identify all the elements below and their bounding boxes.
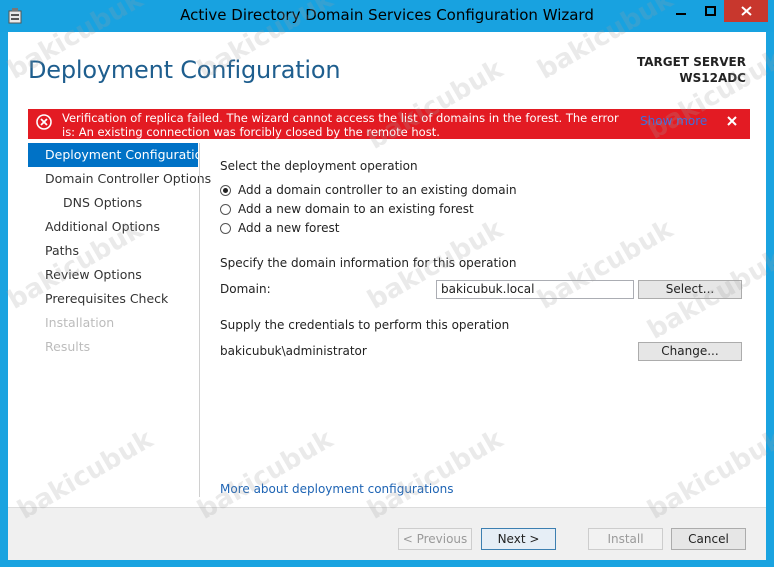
- operation-heading: Select the deployment operation: [220, 159, 418, 173]
- maximize-icon: [704, 6, 716, 16]
- credentials-value: bakicubuk\administrator: [220, 344, 367, 358]
- nav-item-review-options[interactable]: Review Options: [28, 263, 198, 287]
- window-title: Active Directory Domain Services Configu…: [180, 6, 594, 24]
- radio-add-new-forest[interactable]: Add a new forest: [220, 219, 339, 237]
- radio-selected-dot: [223, 187, 228, 193]
- radio-button[interactable]: [220, 184, 231, 196]
- nav-item-paths[interactable]: Paths: [28, 239, 198, 263]
- nav-item-dns-options[interactable]: DNS Options: [28, 191, 198, 215]
- more-about-deployment-link[interactable]: More about deployment configurations: [220, 482, 453, 496]
- close-window-button[interactable]: [724, 0, 768, 22]
- nav-divider: [199, 143, 200, 497]
- radio-button[interactable]: [220, 222, 231, 234]
- nav-item-deployment-configuration[interactable]: Deployment Configuration: [28, 143, 210, 167]
- minimize-icon: [676, 13, 686, 15]
- radio-label: Add a domain controller to an existing d…: [238, 183, 517, 197]
- nav-item-additional-options[interactable]: Additional Options: [28, 215, 198, 239]
- nav-item-domain-controller-options[interactable]: Domain Controller Options: [28, 167, 211, 191]
- page-title: Deployment Configuration: [28, 56, 341, 84]
- nav-item-installation: Installation: [45, 315, 115, 330]
- minimize-button[interactable]: [666, 0, 696, 22]
- radio-button[interactable]: [220, 203, 231, 215]
- target-server-label: TARGET SERVER: [637, 55, 746, 69]
- close-icon: [740, 6, 752, 16]
- radio-label: Add a new domain to an existing forest: [238, 202, 474, 216]
- domain-input[interactable]: bakicubuk.local: [436, 280, 634, 299]
- select-domain-button[interactable]: Select...: [638, 280, 742, 299]
- nav-item-prerequisites-check[interactable]: Prerequisites Check: [28, 287, 198, 311]
- cancel-button[interactable]: Cancel: [671, 528, 746, 550]
- show-more-link[interactable]: Show more: [640, 114, 707, 128]
- target-server-name: WS12ADC: [679, 71, 746, 85]
- dismiss-banner-icon[interactable]: [726, 115, 738, 127]
- wizard-nav: Deployment Configuration Domain Controll…: [28, 143, 211, 359]
- credentials-heading: Supply the credentials to perform this o…: [220, 318, 510, 332]
- error-banner: Verification of replica failed. The wiza…: [28, 109, 750, 139]
- error-message: Verification of replica failed. The wiza…: [62, 111, 619, 139]
- install-button[interactable]: Install: [588, 528, 663, 550]
- next-button[interactable]: Next >: [481, 528, 556, 550]
- wizard-client-area: Deployment Configuration TARGET SERVER W…: [8, 32, 766, 560]
- domain-label: Domain:: [220, 282, 271, 296]
- radio-add-domain-existing-forest[interactable]: Add a new domain to an existing forest: [220, 200, 474, 218]
- error-icon: [36, 114, 52, 130]
- previous-button[interactable]: < Previous: [398, 528, 472, 550]
- radio-add-dc-existing-domain[interactable]: Add a domain controller to an existing d…: [220, 181, 517, 199]
- radio-label: Add a new forest: [238, 221, 340, 235]
- nav-item-results: Results: [45, 339, 91, 354]
- domain-heading: Specify the domain information for this …: [220, 256, 517, 270]
- target-server: TARGET SERVER WS12ADC: [637, 54, 746, 86]
- wizard-footer: < Previous Next > Install Cancel: [8, 507, 766, 560]
- maximize-button[interactable]: [696, 0, 724, 22]
- change-credentials-button[interactable]: Change...: [638, 342, 742, 361]
- title-bar[interactable]: Active Directory Domain Services Configu…: [0, 0, 774, 32]
